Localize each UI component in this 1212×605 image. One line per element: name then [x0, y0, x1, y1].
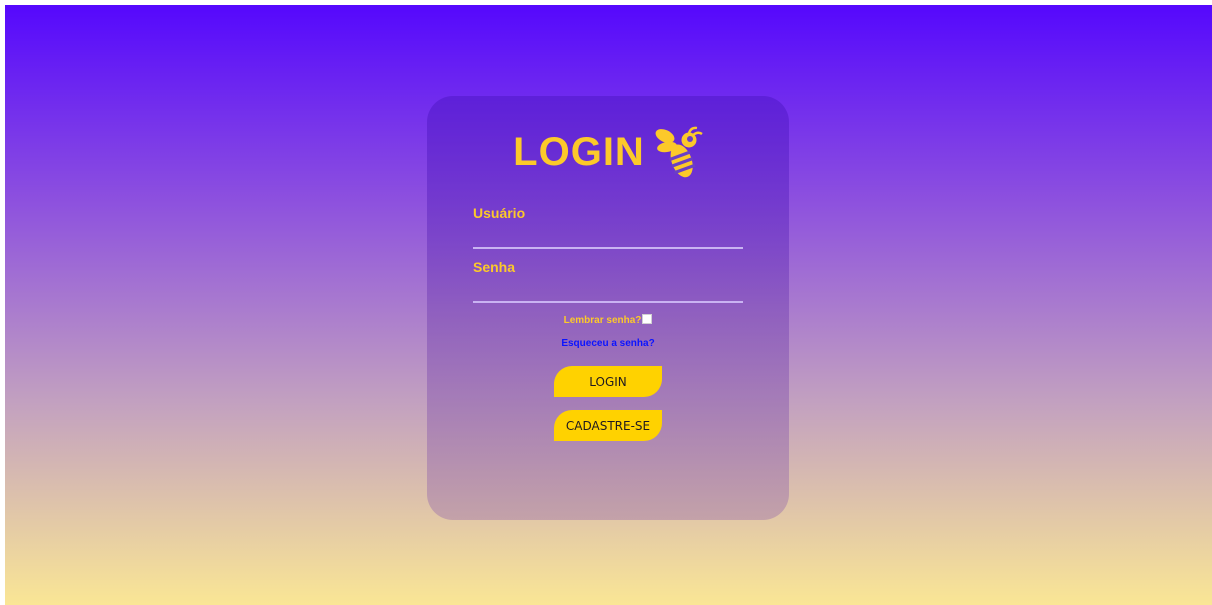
login-button[interactable]: LOGIN — [554, 366, 662, 397]
password-input[interactable] — [473, 281, 743, 303]
username-label: Usuário — [473, 205, 526, 221]
remember-row: Lembrar senha? — [427, 314, 789, 326]
login-card: LOGIN Usuário Senha Lembrar senha? Esque… — [427, 96, 789, 520]
forgot-password-link[interactable]: Esqueceu a senha? — [427, 338, 789, 349]
page-background: LOGIN Usuário Senha Lembrar senha? Esque… — [5, 5, 1212, 605]
remember-checkbox[interactable] — [642, 314, 653, 324]
username-input[interactable] — [473, 227, 743, 249]
password-field: Senha — [473, 259, 743, 303]
bee-icon — [655, 126, 703, 178]
login-title: LOGIN — [513, 130, 645, 174]
password-label: Senha — [473, 259, 516, 275]
signup-button[interactable]: CADASTRE-SE — [554, 410, 662, 441]
login-header: LOGIN — [427, 124, 789, 180]
username-field: Usuário — [473, 205, 743, 249]
remember-label: Lembrar senha? — [563, 315, 642, 326]
